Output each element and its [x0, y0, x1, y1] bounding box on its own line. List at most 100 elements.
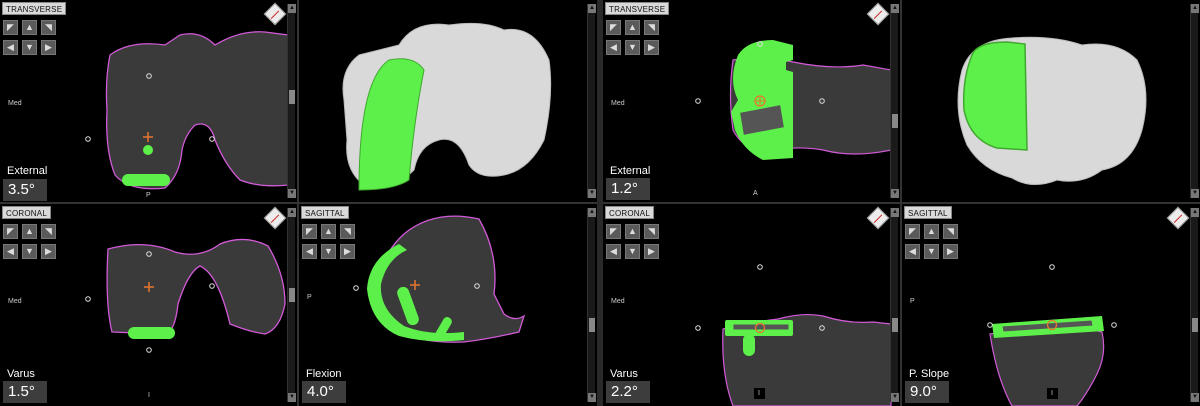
scroll-down-icon[interactable]: ▼	[891, 393, 899, 402]
viewport-title: TRANSVERSE	[2, 2, 67, 15]
landmark-point[interactable]	[695, 325, 701, 331]
scroll-down-icon[interactable]: ▼	[288, 393, 296, 402]
scroll-thumb[interactable]	[1192, 318, 1198, 332]
scroll-thumb[interactable]	[892, 114, 898, 128]
landmark-point[interactable]	[757, 264, 763, 270]
arrow-right-icon[interactable]: ▶	[943, 244, 958, 259]
arrow-right-icon[interactable]: ▶	[644, 244, 659, 259]
arrow-up-icon[interactable]: ▲	[625, 224, 640, 239]
arrow-up-icon[interactable]: ▲	[625, 20, 640, 35]
arrow-down-icon[interactable]: ▼	[22, 40, 37, 55]
slice-scrollbar[interactable]: ▲ ▼	[287, 4, 296, 198]
arrow-right-icon[interactable]: ▶	[340, 244, 355, 259]
scroll-up-icon[interactable]: ▲	[288, 208, 296, 217]
tibia-sagittal-viewport[interactable]: SAGITTAL ◤ ▲ ◥ ◀ ▼ ▶ ▲ ▼ P I P. Slope 9.…	[902, 204, 1200, 406]
arrow-up-icon[interactable]: ▲	[22, 20, 37, 35]
arrow-up-left-icon[interactable]: ◤	[606, 20, 621, 35]
arrow-up-left-icon[interactable]: ◤	[302, 224, 317, 239]
metric-label: Varus	[7, 368, 35, 380]
arrow-up-left-icon[interactable]: ◤	[905, 224, 920, 239]
arrow-down-icon[interactable]: ▼	[625, 244, 640, 259]
arrow-down-icon[interactable]: ▼	[22, 244, 37, 259]
implant-insert-outline	[732, 323, 790, 331]
landmark-point[interactable]	[146, 347, 152, 353]
arrow-left-icon[interactable]: ◀	[302, 244, 317, 259]
arrow-up-icon[interactable]: ▲	[22, 224, 37, 239]
scroll-down-icon[interactable]: ▼	[1191, 189, 1199, 198]
scroll-up-icon[interactable]: ▲	[1191, 4, 1199, 13]
scroll-thumb[interactable]	[589, 318, 595, 332]
viewport-title: CORONAL	[2, 206, 51, 219]
direction-label: P	[146, 192, 151, 199]
landmark-point[interactable]	[1111, 322, 1117, 328]
arrow-up-left-icon[interactable]: ◤	[3, 224, 18, 239]
femur-coronal-viewport[interactable]: CORONAL ◤ ▲ ◥ ◀ ▼ ▶ ▲ ▼ Med I Varus 1.5°	[0, 204, 297, 406]
arrow-up-icon[interactable]: ▲	[321, 224, 336, 239]
scroll-down-icon[interactable]: ▼	[1191, 393, 1199, 402]
femur-transverse-viewport[interactable]: TRANSVERSE ◤ ▲ ◥ ◀ ▼ ▶ ▲ ▼ Med P Externa…	[0, 0, 297, 202]
femur-3d-model-viewport[interactable]: ▲ ▼	[299, 0, 597, 202]
scroll-thumb[interactable]	[289, 90, 295, 104]
tibia-transverse-viewport[interactable]: TRANSVERSE ◤ ▲ ◥ ◀ ▼ ▶ ▲ ▼ Med A Externa…	[603, 0, 900, 202]
direction-label: A	[753, 190, 758, 197]
scroll-up-icon[interactable]: ▲	[588, 208, 596, 217]
arrow-up-right-icon[interactable]: ◥	[943, 224, 958, 239]
metric-value: 3.5°	[3, 179, 47, 201]
scroll-down-icon[interactable]: ▼	[588, 393, 596, 402]
arrow-right-icon[interactable]: ▶	[41, 40, 56, 55]
arrow-right-icon[interactable]: ▶	[41, 244, 56, 259]
scroll-down-icon[interactable]: ▼	[891, 189, 899, 198]
arrow-up-right-icon[interactable]: ◥	[41, 20, 56, 35]
landmark-point[interactable]	[85, 296, 91, 302]
viewport-title: SAGITTAL	[301, 206, 349, 219]
scroll-thumb[interactable]	[289, 288, 295, 302]
arrow-down-icon[interactable]: ▼	[321, 244, 336, 259]
metric-value: 9.0°	[905, 381, 949, 403]
slice-scrollbar[interactable]: ▲ ▼	[890, 208, 899, 402]
tibia-sagittal-section	[989, 326, 1105, 406]
landmark-point[interactable]	[209, 136, 215, 142]
landmark-point[interactable]	[695, 98, 701, 104]
arrow-up-right-icon[interactable]: ◥	[340, 224, 355, 239]
scroll-up-icon[interactable]: ▲	[891, 4, 899, 13]
arrow-up-right-icon[interactable]: ◥	[644, 224, 659, 239]
arrow-up-icon[interactable]: ▲	[924, 224, 939, 239]
arrow-up-left-icon[interactable]: ◤	[3, 20, 18, 35]
scroll-thumb[interactable]	[892, 318, 898, 332]
arrow-up-right-icon[interactable]: ◥	[644, 20, 659, 35]
scroll-down-icon[interactable]: ▼	[288, 189, 296, 198]
side-label: P	[307, 294, 312, 301]
arrow-left-icon[interactable]: ◀	[606, 244, 621, 259]
view-scrollbar[interactable]: ▲ ▼	[1190, 4, 1199, 198]
arrow-left-icon[interactable]: ◀	[905, 244, 920, 259]
landmark-point[interactable]	[1049, 264, 1055, 270]
landmark-point[interactable]	[85, 136, 91, 142]
tibia-3d-model-viewport[interactable]: ▲ ▼	[902, 0, 1200, 202]
arrow-left-icon[interactable]: ◀	[3, 40, 18, 55]
tibia-coronal-viewport[interactable]: CORONAL ◤ ▲ ◥ ◀ ▼ ▶ ▲ ▼ Med I Varus 2.2°	[603, 204, 900, 406]
femur-sagittal-viewport[interactable]: SAGITTAL ◤ ▲ ◥ ◀ ▼ ▶ ▲ ▼ P Flexion 4.0°	[299, 204, 597, 406]
arrow-left-icon[interactable]: ◀	[606, 40, 621, 55]
arrow-down-icon[interactable]: ▼	[625, 40, 640, 55]
landmark-point[interactable]	[987, 322, 993, 328]
viewport-title: SAGITTAL	[904, 206, 952, 219]
arrow-down-icon[interactable]: ▼	[924, 244, 939, 259]
slice-scrollbar[interactable]: ▲ ▼	[890, 4, 899, 198]
slice-scrollbar[interactable]: ▲ ▼	[587, 208, 596, 402]
arrow-left-icon[interactable]: ◀	[3, 244, 18, 259]
scroll-up-icon[interactable]: ▲	[1191, 208, 1199, 217]
arrow-up-left-icon[interactable]: ◤	[606, 224, 621, 239]
scroll-up-icon[interactable]: ▲	[891, 208, 899, 217]
scroll-up-icon[interactable]: ▲	[288, 4, 296, 13]
landmark-point[interactable]	[209, 283, 215, 289]
viewport-title: CORONAL	[605, 206, 654, 219]
tibia-planning-layout: TRANSVERSE ◤ ▲ ◥ ◀ ▼ ▶ ▲ ▼ Med A Externa…	[603, 0, 1200, 406]
scroll-up-icon[interactable]: ▲	[588, 4, 596, 13]
view-scrollbar[interactable]: ▲ ▼	[587, 4, 596, 198]
scroll-down-icon[interactable]: ▼	[588, 189, 596, 198]
arrow-right-icon[interactable]: ▶	[644, 40, 659, 55]
landmark-point[interactable]	[353, 285, 359, 291]
slice-scrollbar[interactable]: ▲ ▼	[1190, 208, 1199, 402]
arrow-up-right-icon[interactable]: ◥	[41, 224, 56, 239]
slice-scrollbar[interactable]: ▲ ▼	[287, 208, 296, 402]
